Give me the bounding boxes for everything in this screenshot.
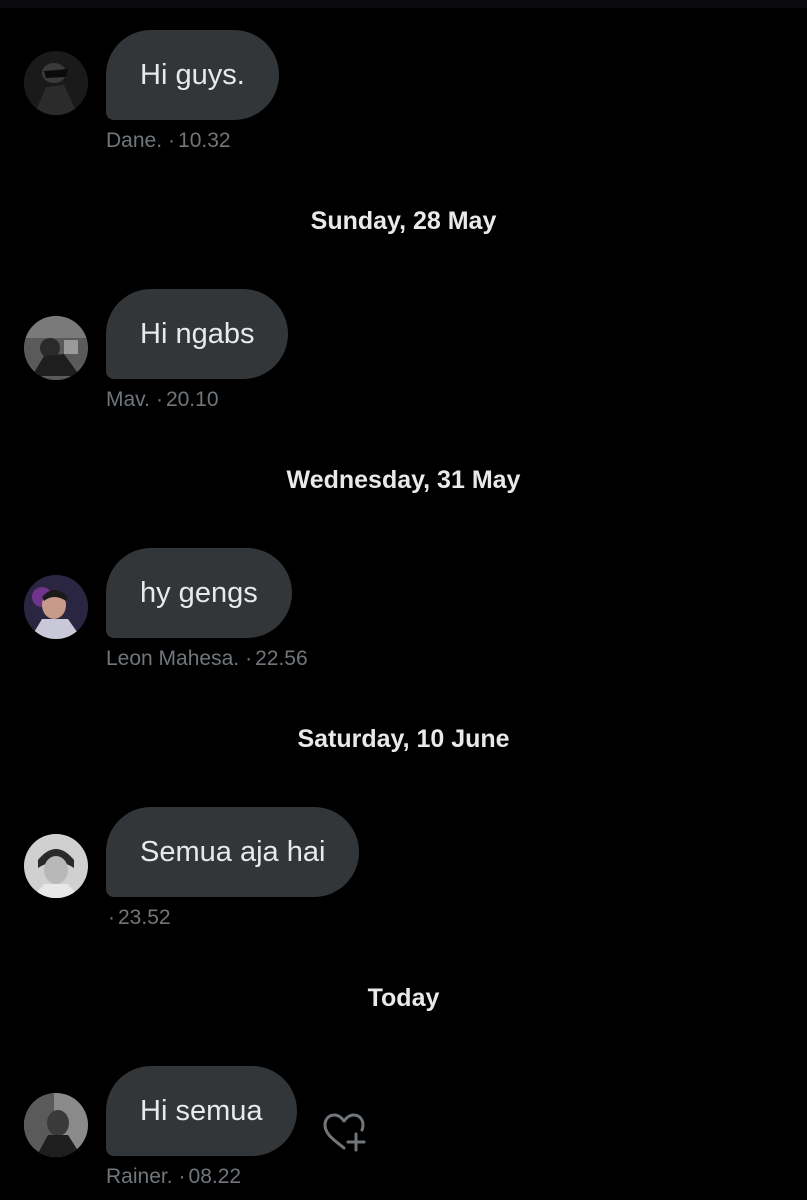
message-bubble[interactable]: Hi ngabs <box>106 289 289 379</box>
message-time: 22.56 <box>255 647 308 670</box>
avatar[interactable] <box>24 575 88 639</box>
sender-name[interactable]: Rainer. <box>106 1165 173 1188</box>
avatar-leon-image <box>24 575 88 639</box>
meta-separator: · <box>168 129 176 152</box>
avatar-rainer-image <box>24 1093 88 1157</box>
message-time: 10.32 <box>178 129 231 152</box>
avatar-mav-image <box>24 316 88 380</box>
message-time: 23.52 <box>118 906 171 929</box>
meta-separator: · <box>178 1165 186 1188</box>
message-meta: Mav. · 20.10 <box>106 388 219 412</box>
message-time: 08.22 <box>188 1165 242 1188</box>
avatar[interactable] <box>24 1093 88 1157</box>
add-reaction-button[interactable] <box>320 1110 368 1156</box>
message-meta: Leon Mahesa. · 22.56 <box>106 647 308 671</box>
message-text: Hi guys. <box>140 58 245 91</box>
meta-separator: · <box>108 906 115 929</box>
date-separator: Sunday, 28 May <box>310 207 497 235</box>
avatar-dane-image <box>24 51 88 115</box>
message-bubble[interactable]: hy gengs <box>106 548 292 638</box>
message-text: hy gengs <box>140 576 258 609</box>
message-bubble[interactable]: Semua aja hai <box>106 807 360 897</box>
avatar[interactable] <box>24 834 88 898</box>
date-separator: Today <box>367 984 440 1012</box>
avatar[interactable] <box>24 316 88 380</box>
message-meta: Dane. · 10.32 <box>106 129 231 153</box>
message-bubble[interactable]: Hi semua <box>106 1066 297 1156</box>
message-bubble[interactable]: Hi guys. <box>106 30 279 120</box>
message-text: Hi semua <box>140 1094 263 1127</box>
sender-name[interactable]: Leon Mahesa. <box>106 647 239 670</box>
top-edge <box>0 0 807 8</box>
meta-separator: · <box>245 647 253 670</box>
heart-plus-icon <box>323 1113 366 1152</box>
message-text: Hi ngabs <box>140 317 255 350</box>
avatar-unknown-image <box>24 834 88 898</box>
avatar[interactable] <box>24 51 88 115</box>
sender-name[interactable]: Dane. <box>106 129 162 152</box>
date-separator: Saturday, 10 June <box>297 725 510 753</box>
message-meta: Rainer. · 08.22 <box>106 1165 241 1189</box>
sender-name[interactable]: Mav. <box>106 388 150 411</box>
message-time: 20.10 <box>165 388 219 411</box>
message-meta: · 23.52 <box>108 906 171 930</box>
date-separator: Wednesday, 31 May <box>286 466 521 494</box>
meta-separator: · <box>155 388 163 411</box>
message-text: Semua aja hai <box>140 835 326 868</box>
